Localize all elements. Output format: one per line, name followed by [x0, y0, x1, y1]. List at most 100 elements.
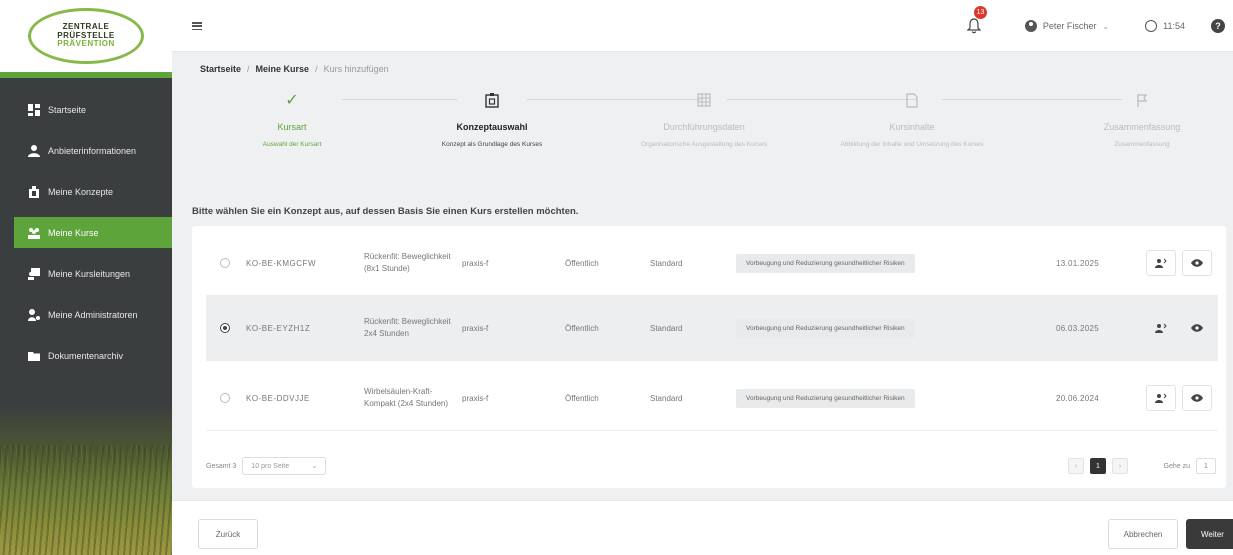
row-actions: [1146, 385, 1212, 411]
breadcrumb-section[interactable]: Meine Kurse: [256, 64, 310, 74]
eye-icon: [1191, 394, 1203, 402]
notification-button[interactable]: 13: [966, 6, 987, 37]
sidebar-item-startseite[interactable]: Startseite: [14, 94, 158, 125]
sidebar-item-dokumentenarchiv[interactable]: Dokumentenarchiv: [14, 340, 158, 371]
step-title: Zusammenfassung: [1103, 122, 1181, 132]
step-title: Kursart: [277, 122, 307, 132]
sidebar-item-meine-kurse[interactable]: Meine Kurse: [14, 217, 172, 248]
sidebar-nav: Startseite Anbieterinformationen Meine K…: [0, 78, 172, 371]
concept-visibility: Öffentlich: [565, 258, 599, 268]
sidebar-item-label: Startseite: [48, 104, 87, 115]
share-button[interactable]: [1146, 385, 1176, 411]
concept-icon: [28, 185, 40, 198]
sidebar-item-label: Dokumentenarchiv: [48, 350, 124, 361]
prev-page-button[interactable]: ‹: [1068, 458, 1084, 474]
sidebar-item-anbieterinformationen[interactable]: Anbieterinformationen: [14, 135, 158, 166]
next-button[interactable]: Weiter: [1186, 519, 1233, 549]
bell-icon: [966, 18, 982, 37]
breadcrumb-home[interactable]: Startseite: [200, 64, 241, 74]
row-radio[interactable]: [220, 323, 230, 333]
step-durchfuehrungsdaten: Durchführungsdaten Organisatorische Ausg…: [604, 90, 804, 150]
concept-type: Standard: [650, 323, 683, 333]
session-timer: 11:54: [1145, 20, 1185, 32]
view-button[interactable]: [1182, 315, 1212, 341]
breadcrumb-separator: /: [247, 64, 250, 74]
table-row[interactable]: KO-BE-DDVJJE Wirbelsäulen-Kraft-Kompakt …: [206, 366, 1218, 431]
step-subtitle: Abbildung der Inhalte und Umsetzung des …: [840, 141, 984, 148]
sidebar-item-meine-konzepte[interactable]: Meine Konzepte: [14, 176, 158, 207]
sidebar-item-label: Meine Administratoren: [48, 309, 138, 320]
breadcrumb-separator: /: [315, 64, 318, 74]
row-actions: [1146, 250, 1212, 276]
concept-field-tag: Vorbeugung und Reduzierung gesundheitlic…: [736, 253, 915, 273]
sidebar-item-label: Meine Konzepte: [48, 186, 114, 197]
concept-name: Wirbelsäulen-Kraft-Kompakt (2x4 Stunden): [364, 387, 449, 408]
footer-actions: Zurück Abbrechen Weiter: [172, 500, 1233, 555]
group-icon: [28, 227, 40, 239]
concept-owner: praxis-f: [462, 258, 489, 268]
page-number-button[interactable]: 1: [1090, 458, 1106, 474]
step-kursinhalte: Kursinhalte Abbildung der Inhalte und Um…: [812, 90, 1012, 150]
notification-badge: 13: [973, 6, 987, 19]
share-button[interactable]: [1146, 315, 1176, 341]
people-icon: [1155, 258, 1167, 268]
user-name: Peter Fischer: [1042, 21, 1097, 31]
people-icon: [1155, 323, 1167, 333]
concept-table: KO-BE-KMGCFW Rückenfit: Beweglichkeit (8…: [192, 226, 1226, 488]
step-subtitle: Organisatorische Ausgestaltung des Kurse…: [640, 141, 768, 148]
concept-icon: [392, 90, 592, 110]
wizard-stepper: ✓ Kursart Auswahl der Kursart Konzeptaus…: [192, 90, 1222, 160]
cancel-button[interactable]: Abbrechen: [1108, 519, 1178, 549]
instruction-text: Bitte wählen Sie ein Konzept aus, auf de…: [192, 206, 579, 217]
share-button[interactable]: [1146, 250, 1176, 276]
pagination-bar: Gesamt 3 10 pro Seite ⌄ ‹ 1 › Gehe zu 1: [206, 454, 1218, 478]
view-button[interactable]: [1182, 250, 1212, 276]
row-radio[interactable]: [220, 393, 230, 403]
step-title: Kursinhalte: [889, 122, 935, 132]
table-row[interactable]: KO-BE-KMGCFW Rückenfit: Beweglichkeit (8…: [206, 231, 1218, 296]
checkmark-icon: ✓: [285, 92, 299, 109]
document-icon: [812, 90, 1012, 110]
step-title: Durchführungsdaten: [663, 122, 745, 132]
row-actions: [1146, 315, 1212, 341]
step-konzeptauswahl[interactable]: Konzeptauswahl Konzept als Grundlage des…: [392, 90, 592, 150]
next-page-button[interactable]: ›: [1112, 458, 1128, 474]
timer-icon: [1145, 20, 1158, 32]
sidebar: ZENTRALE PRÜFSTELLE PRÄVENTION Startseit…: [0, 0, 172, 555]
logo[interactable]: ZENTRALE PRÜFSTELLE PRÄVENTION: [28, 8, 144, 64]
total-count: Gesamt 3: [206, 462, 237, 470]
sidebar-item-meine-kursleitungen[interactable]: Meine Kursleitungen: [14, 258, 158, 289]
dashboard-icon: [28, 103, 40, 116]
eye-icon: [1191, 259, 1203, 267]
view-button[interactable]: [1182, 385, 1212, 411]
step-kursart[interactable]: ✓ Kursart Auswahl der Kursart: [192, 90, 392, 150]
chevron-down-icon: ⌄: [1102, 21, 1110, 31]
folder-icon: [28, 350, 40, 362]
concept-name: Rückenfit: Beweglichkeit (8x1 Stunde): [364, 252, 451, 273]
concept-type: Standard: [650, 258, 683, 268]
concept-owner: praxis-f: [462, 393, 489, 403]
menu-icon[interactable]: [192, 22, 202, 30]
grass-background-image: [0, 405, 172, 555]
flag-icon: [1042, 90, 1233, 110]
concept-owner: praxis-f: [462, 323, 489, 333]
table-row[interactable]: KO-BE-EYZH1Z Rückenfit: Beweglichkeit 2x…: [206, 296, 1218, 361]
concept-visibility: Öffentlich: [565, 393, 599, 403]
concept-id: KO-BE-EYZH1Z: [246, 323, 311, 333]
row-radio[interactable]: [220, 258, 230, 268]
concept-date: 13.01.2025: [1056, 258, 1100, 268]
back-button[interactable]: Zurück: [198, 519, 258, 549]
logo-area: ZENTRALE PRÜFSTELLE PRÄVENTION: [0, 0, 172, 78]
page-size-select[interactable]: 10 pro Seite ⌄: [242, 457, 327, 475]
step-title: Konzeptauswahl: [456, 122, 528, 132]
user-menu[interactable]: Peter Fischer ⌄: [1024, 20, 1110, 32]
breadcrumb: Startseite / Meine Kurse / Kurs hinzufüg…: [200, 64, 389, 74]
concept-field-tag: Vorbeugung und Reduzierung gesundheitlic…: [736, 388, 915, 408]
goto-page: Gehe zu 1: [1164, 458, 1216, 474]
help-icon[interactable]: ?: [1211, 19, 1225, 33]
concept-type: Standard: [650, 393, 683, 403]
person-icon: [28, 144, 40, 157]
sidebar-item-meine-administratoren[interactable]: Meine Administratoren: [14, 299, 158, 330]
admin-icon: [28, 308, 40, 321]
goto-page-input[interactable]: 1: [1196, 458, 1216, 474]
